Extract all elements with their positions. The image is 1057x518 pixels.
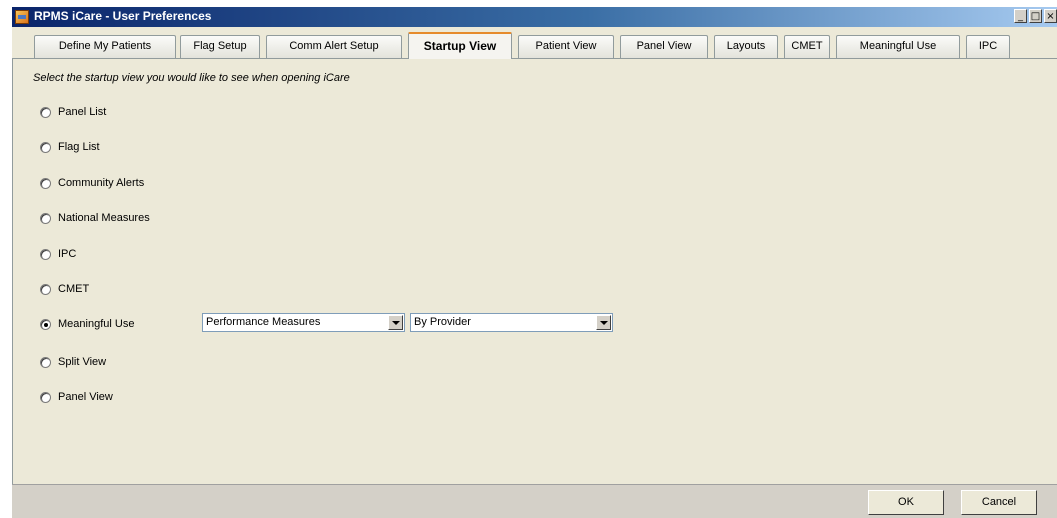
ok-button[interactable]: OK xyxy=(868,490,944,515)
tab-panel-view[interactable]: Panel View xyxy=(620,35,708,58)
tab-flag-setup[interactable]: Flag Setup xyxy=(180,35,260,58)
radio-label: National Measures xyxy=(58,212,150,224)
radio-label: Panel View xyxy=(58,391,113,403)
radio-label: Flag List xyxy=(58,141,100,153)
meaningful-use-measure-select[interactable]: Performance Measures xyxy=(202,313,405,332)
radio-community-alerts[interactable]: Community Alerts xyxy=(40,174,144,192)
radio-button[interactable] xyxy=(40,248,51,260)
radio-button[interactable] xyxy=(40,283,51,295)
radio-button[interactable] xyxy=(40,141,51,153)
instruction-text: Select the startup view you would like t… xyxy=(33,72,350,84)
tab-startup-view[interactable]: Startup View xyxy=(408,32,512,59)
tab-patient-view[interactable]: Patient View xyxy=(518,35,614,58)
radio-button[interactable] xyxy=(40,212,51,224)
window-controls: _ □ × xyxy=(1014,9,1057,25)
close-button[interactable]: × xyxy=(1044,9,1057,23)
radio-ipc[interactable]: IPC xyxy=(40,245,76,263)
tab-strip: Define My Patients Flag Setup Comm Alert… xyxy=(12,27,1057,59)
radio-button[interactable] xyxy=(40,106,51,118)
radio-label: Community Alerts xyxy=(58,177,145,189)
tab-ipc[interactable]: IPC xyxy=(966,35,1010,58)
radio-national-measures[interactable]: National Measures xyxy=(40,209,150,227)
chevron-down-icon[interactable] xyxy=(388,315,403,330)
title-bar: RPMS iCare - User Preferences _ □ × xyxy=(12,7,1057,27)
select-value: Performance Measures xyxy=(206,316,321,328)
radio-flag-list[interactable]: Flag List xyxy=(40,138,100,156)
radio-button-selected[interactable] xyxy=(40,318,51,330)
radio-button[interactable] xyxy=(40,356,51,368)
radio-label: CMET xyxy=(58,283,90,295)
radio-label: Panel List xyxy=(58,106,107,118)
app-icon xyxy=(15,10,29,24)
radio-cmet[interactable]: CMET xyxy=(40,280,89,298)
radio-button[interactable] xyxy=(40,391,51,403)
tab-meaningful-use[interactable]: Meaningful Use xyxy=(836,35,960,58)
select-value: By Provider xyxy=(414,316,471,328)
tab-define-my-patients[interactable]: Define My Patients xyxy=(34,35,176,58)
meaningful-use-grouping-select[interactable]: By Provider xyxy=(410,313,613,332)
dialog-button-bar: OK Cancel xyxy=(12,484,1057,518)
radio-label: Meaningful Use xyxy=(58,318,135,330)
tab-cmet[interactable]: CMET xyxy=(784,35,830,58)
radio-meaningful-use[interactable]: Meaningful Use xyxy=(40,315,134,333)
tab-comm-alert-setup[interactable]: Comm Alert Setup xyxy=(266,35,402,58)
radio-button[interactable] xyxy=(40,177,51,189)
startup-view-panel: Select the startup view you would like t… xyxy=(12,59,1057,484)
chevron-down-icon[interactable] xyxy=(596,315,611,330)
radio-label: Split View xyxy=(58,356,107,368)
cancel-button[interactable]: Cancel xyxy=(961,490,1037,515)
maximize-button[interactable]: □ xyxy=(1029,9,1042,23)
radio-panel-list[interactable]: Panel List xyxy=(40,103,106,121)
radio-label: IPC xyxy=(58,248,77,260)
window-title: RPMS iCare - User Preferences xyxy=(34,9,212,23)
tab-layouts[interactable]: Layouts xyxy=(714,35,778,58)
minimize-button[interactable]: _ xyxy=(1014,9,1027,23)
radio-panel-view[interactable]: Panel View xyxy=(40,388,113,406)
radio-split-view[interactable]: Split View xyxy=(40,353,106,371)
